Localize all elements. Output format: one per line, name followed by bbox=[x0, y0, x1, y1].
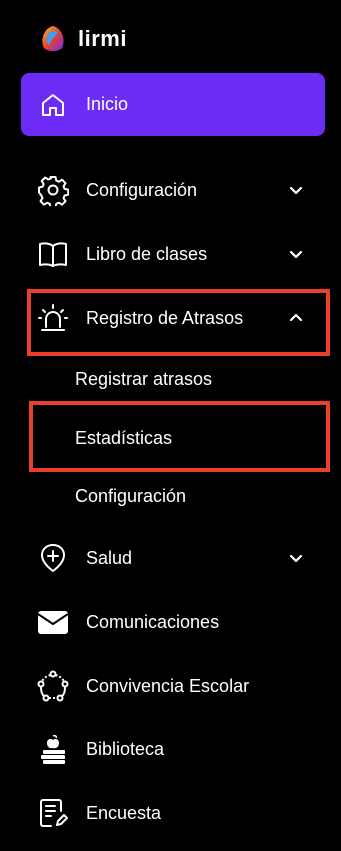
nav-label-encuesta: Encuesta bbox=[86, 802, 162, 823]
nav-label-comunicaciones: Comunicaciones bbox=[86, 611, 220, 632]
nav-label-configuracion: Configuración bbox=[86, 179, 198, 200]
envelope-icon bbox=[37, 611, 69, 634]
books-apple-icon bbox=[41, 734, 65, 764]
nav-item-libro-de-clases[interactable]: Libro de clases bbox=[0, 234, 341, 274]
network-icon bbox=[37, 670, 69, 702]
nav-item-configuracion[interactable]: Configuración bbox=[0, 170, 341, 210]
nav-item-inicio[interactable]: Inicio bbox=[21, 73, 325, 136]
lirmi-logo-icon bbox=[42, 26, 64, 51]
nav-item-comunicaciones[interactable]: Comunicaciones bbox=[0, 602, 341, 642]
subnav-estadisticas[interactable]: Estadísticas bbox=[75, 424, 172, 452]
nav-label-inicio: Inicio bbox=[86, 94, 129, 114]
brand-logo[interactable]: lirmi bbox=[38, 22, 127, 56]
nav-item-biblioteca[interactable]: Biblioteca bbox=[0, 729, 341, 769]
nav-item-salud[interactable]: Salud bbox=[0, 538, 341, 578]
subnav-registrar-atrasos[interactable]: Registrar atrasos bbox=[75, 365, 212, 393]
brand-name: lirmi bbox=[78, 26, 127, 51]
nav-label-convivencia: Convivencia Escolar bbox=[86, 675, 250, 696]
nav-item-registro-de-atrasos[interactable]: Registro de Atrasos bbox=[0, 298, 341, 338]
chevron-down-icon bbox=[289, 186, 303, 195]
nav-label-salud: Salud bbox=[86, 547, 133, 568]
chevron-up-icon bbox=[289, 313, 303, 322]
nav-label-libro: Libro de clases bbox=[86, 243, 208, 264]
survey-icon bbox=[40, 799, 68, 827]
nav-label-biblioteca: Biblioteca bbox=[86, 738, 165, 759]
chevron-down-icon bbox=[289, 554, 303, 563]
alarm-icon bbox=[38, 304, 68, 331]
nav-item-encuesta[interactable]: Encuesta bbox=[0, 793, 341, 833]
home-icon bbox=[42, 94, 64, 116]
nav-label-registro: Registro de Atrasos bbox=[86, 307, 244, 328]
chevron-down-icon bbox=[289, 250, 303, 259]
health-shield-icon bbox=[41, 544, 65, 572]
nav-item-convivencia-escolar[interactable]: Convivencia Escolar bbox=[0, 666, 341, 706]
book-icon bbox=[39, 242, 67, 267]
subnav-configuracion[interactable]: Configuración bbox=[75, 482, 186, 510]
gear-icon bbox=[38, 176, 69, 206]
